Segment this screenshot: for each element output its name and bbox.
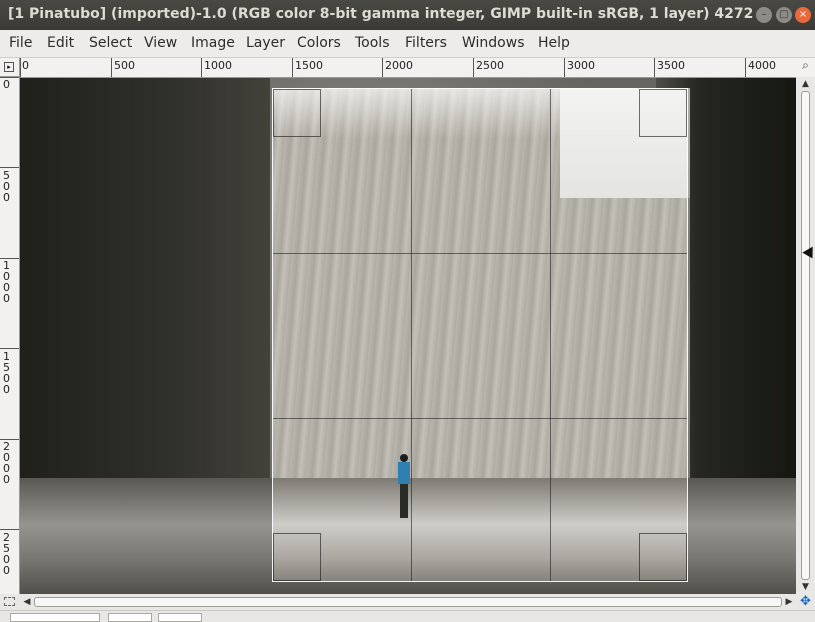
menu-windows[interactable]: Windows	[462, 35, 525, 51]
image-canvas[interactable]	[20, 78, 796, 594]
thirds-guide-vertical	[550, 89, 551, 581]
ruler-tick	[382, 58, 383, 77]
scroll-left-icon[interactable]: ◀	[20, 594, 34, 610]
ruler-tick	[0, 348, 19, 349]
menu-view[interactable]: View	[144, 35, 177, 51]
menu-image[interactable]: Image	[191, 35, 235, 51]
window-title: [1 Pinatubo] (imported)-1.0 (RGB color 8…	[8, 6, 753, 22]
ruler-label: 2000	[385, 59, 413, 72]
crop-handle-top-left[interactable]	[273, 89, 321, 137]
quick-mask-toggle[interactable]	[0, 594, 20, 610]
ruler-tick	[0, 529, 19, 530]
ruler-tick	[654, 58, 655, 77]
scroll-right-icon[interactable]: ▶	[782, 594, 796, 610]
ruler-label: 4000	[748, 59, 776, 72]
ruler-label: 0	[3, 78, 10, 91]
ruler-label: 0	[22, 59, 29, 72]
ruler-label: 500	[3, 169, 10, 204]
thirds-guide-horizontal	[273, 253, 687, 254]
ruler-label: 1500	[3, 350, 10, 396]
ruler-tick	[0, 77, 19, 78]
ruler-tick	[20, 58, 21, 77]
ruler-tick	[0, 167, 19, 168]
thirds-guide-horizontal	[273, 418, 687, 419]
menu-bar: File Edit Select View Image Layer Colors…	[0, 30, 815, 58]
horizontal-ruler[interactable]: 0 500 1000 1500 2000 2500 3000 3500 4000	[20, 58, 796, 78]
minimize-icon[interactable]: –	[756, 7, 772, 23]
ruler-label: 1000	[204, 59, 232, 72]
vertical-scroll-thumb[interactable]	[801, 91, 810, 580]
ruler-tick	[292, 58, 293, 77]
crop-handle-top-right[interactable]	[639, 89, 687, 137]
ruler-label: 2500	[476, 59, 504, 72]
ruler-tick	[564, 58, 565, 77]
menu-layer[interactable]: Layer	[246, 35, 285, 51]
scroll-up-icon[interactable]: ▲	[796, 77, 815, 91]
vertical-ruler[interactable]: 0 500 1000 1500 2000 2500	[0, 77, 20, 594]
menu-filters[interactable]: Filters	[405, 35, 447, 51]
ruler-label: 3500	[657, 59, 685, 72]
ruler-label: 2000	[3, 440, 10, 486]
menu-file[interactable]: File	[9, 35, 32, 51]
zoom-icon[interactable]: ⌕	[796, 58, 815, 77]
close-icon[interactable]: ×	[795, 7, 811, 23]
ruler-label: 1500	[295, 59, 323, 72]
ruler-label: 1000	[3, 259, 10, 305]
ruler-tick	[201, 58, 202, 77]
ruler-tick	[0, 258, 19, 259]
thirds-guide-vertical	[411, 89, 412, 581]
ruler-corner-button[interactable]: ▸	[0, 58, 20, 77]
menu-help[interactable]: Help	[538, 35, 570, 51]
title-bar: [1 Pinatubo] (imported)-1.0 (RGB color 8…	[0, 0, 815, 30]
horizontal-scrollbar[interactable]: ◀ ▶	[20, 594, 796, 610]
maximize-icon[interactable]: □	[776, 7, 792, 23]
menu-edit[interactable]: Edit	[47, 35, 74, 51]
scroll-down-icon[interactable]: ▼	[796, 580, 815, 594]
ruler-tick	[473, 58, 474, 77]
ruler-label: 3000	[567, 59, 595, 72]
crop-handle-bottom-left[interactable]	[273, 533, 321, 581]
menu-select[interactable]: Select	[89, 35, 132, 51]
horizontal-scroll-thumb[interactable]	[34, 597, 782, 607]
crop-rectangle[interactable]	[272, 88, 688, 582]
vertical-scrollbar[interactable]: ▲ ▼	[796, 77, 815, 594]
navigate-icon[interactable]: ✥	[796, 594, 815, 610]
status-bar	[0, 610, 815, 622]
ruler-tick	[0, 439, 19, 440]
crop-handle-bottom-right[interactable]	[639, 533, 687, 581]
menu-tools[interactable]: Tools	[355, 35, 390, 51]
ruler-label: 500	[114, 59, 135, 72]
ruler-label: 2500	[3, 531, 10, 577]
menu-colors[interactable]: Colors	[297, 35, 341, 51]
ruler-tick	[745, 58, 746, 77]
ruler-tick	[111, 58, 112, 77]
